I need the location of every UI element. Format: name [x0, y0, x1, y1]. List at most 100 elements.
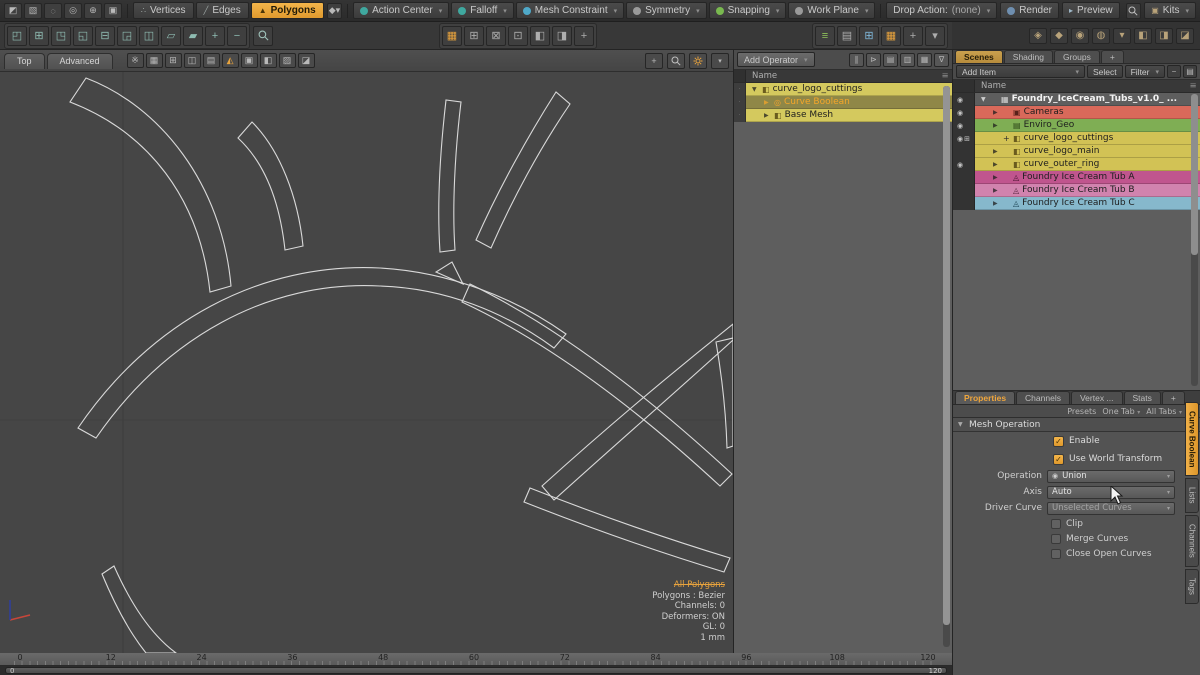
visibility-toggle-icon[interactable]: ◧: [259, 53, 277, 68]
lock-toggle-icon[interactable]: ▣: [240, 53, 258, 68]
step-eval-icon[interactable]: ⊳: [866, 52, 881, 67]
reset-plane-icon[interactable]: ◨: [552, 25, 572, 46]
section-collapse-icon[interactable]: ▼: [958, 421, 965, 428]
expand-arrow-icon[interactable]: ▶: [993, 161, 1000, 168]
checkbox[interactable]: [1053, 435, 1064, 447]
properties-tab[interactable]: Vertex ...: [1070, 391, 1123, 404]
timeline-range-bar[interactable]: 0 120: [5, 667, 947, 675]
shaded-toggle-icon[interactable]: ▦: [145, 53, 163, 68]
plane-z-icon[interactable]: ◧: [530, 25, 550, 46]
item-list-tab[interactable]: Shading: [1003, 50, 1053, 63]
column-options-icon[interactable]: ≡: [1186, 81, 1200, 91]
add-plane-icon[interactable]: +: [574, 25, 594, 46]
search-button[interactable]: [1125, 2, 1142, 19]
expand-arrow-icon[interactable]: ▶: [993, 187, 1000, 194]
pie-menu-icon[interactable]: ◈: [1029, 27, 1047, 44]
mesh-op-row[interactable]: · ▶ ◎ Curve Boolean: [734, 96, 952, 109]
viewport-settings-button[interactable]: [689, 52, 707, 69]
visibility-eye-icon[interactable]: ◉: [957, 161, 963, 169]
forms-menu-icon[interactable]: ◉: [1071, 27, 1089, 44]
list-view-icon[interactable]: ▤: [883, 52, 898, 67]
menu-dropdown-icon[interactable]: ▾: [1113, 27, 1131, 44]
column-options-icon[interactable]: ≡: [938, 71, 952, 81]
add-item-dropdown[interactable]: Add Item ▾: [956, 65, 1085, 78]
item-row[interactable]: ◉ ⊞ ▶ ◬ Foundry Ice Cream Tub C: [953, 197, 1200, 210]
mesh-op-row[interactable]: · ▼ ◧ curve_logo_cuttings: [734, 83, 952, 96]
remove-tool-icon[interactable]: −: [227, 25, 247, 46]
timeline-ruler[interactable]: 0 12 24 36 48 60 72 84 96 108 120: [0, 653, 952, 666]
symmetry-indicator-icon[interactable]: ※: [126, 53, 144, 68]
expand-arrow-icon[interactable]: ▶: [993, 122, 1000, 129]
mesh-op-row[interactable]: · ▶ ◧ Base Mesh: [734, 109, 952, 122]
expand-arrow-icon[interactable]: ▶: [993, 109, 1000, 116]
tree-view-icon[interactable]: ▥: [900, 52, 915, 67]
add-layout-icon[interactable]: +: [903, 25, 923, 46]
plane-y-icon[interactable]: ⊡: [508, 25, 528, 46]
shadow-toggle-icon[interactable]: ▨: [278, 53, 296, 68]
checkbox[interactable]: [1051, 533, 1061, 544]
properties-tab[interactable]: +: [1161, 391, 1185, 404]
viewport-style-tab[interactable]: Advanced: [46, 52, 113, 69]
visibility-eye-icon[interactable]: ◉: [957, 122, 963, 130]
preview-button[interactable]: ▸ Preview: [1062, 2, 1120, 19]
grid-snap-icon[interactable]: ⊞: [464, 25, 484, 46]
expand-arrow-icon[interactable]: ▶: [764, 112, 771, 119]
layout-split-icon[interactable]: ▤: [837, 25, 857, 46]
visibility-eye-icon[interactable]: ◉: [957, 96, 963, 104]
link-icon[interactable]: ⊞: [964, 135, 970, 143]
bevel-tool-icon[interactable]: ▱: [161, 25, 181, 46]
properties-tab[interactable]: Stats: [1123, 391, 1161, 404]
cube-c-icon[interactable]: ◪: [1176, 27, 1194, 44]
falloff-dropdown[interactable]: Falloff ▾: [451, 2, 514, 19]
paint-select-icon[interactable]: ▧: [24, 2, 42, 19]
mesh-ops-scrollbar[interactable]: [943, 86, 950, 647]
item-row[interactable]: ◉ ⊞ ▼ ▦ Foundry_IceCream_Tubs_v1.0_ ...: [953, 93, 1200, 106]
select-through-icon[interactable]: ▣: [104, 2, 122, 19]
expand-arrow-icon[interactable]: ▼: [752, 86, 759, 93]
lasso-select-icon[interactable]: ◌: [44, 2, 62, 19]
viewport-menu-button[interactable]: ▾: [711, 52, 729, 69]
checkbox[interactable]: [1051, 518, 1061, 529]
zoom-view-button[interactable]: [667, 52, 685, 69]
snapping-dropdown[interactable]: Snapping ▾: [708, 2, 787, 19]
render-button[interactable]: Render: [1000, 2, 1060, 19]
pan-view-button[interactable]: +: [645, 52, 663, 69]
cube-b-icon[interactable]: ◨: [1155, 27, 1173, 44]
side-vertical-tab[interactable]: Lists: [1185, 478, 1199, 513]
add-tool-icon[interactable]: +: [205, 25, 225, 46]
all-tabs-dropdown[interactable]: All Tabs ▾: [1146, 407, 1182, 416]
visibility-eye-icon[interactable]: ◉: [957, 109, 963, 117]
vertices-mode-button[interactable]: ∴ Vertices: [132, 2, 194, 19]
layout-menu-icon[interactable]: ▾: [925, 25, 945, 46]
thumb-view-icon[interactable]: ▦: [917, 52, 932, 67]
item-row[interactable]: ◉ ⊞ + ◧ curve_logo_cuttings: [953, 132, 1200, 145]
viewport-canvas[interactable]: [0, 72, 733, 653]
item-row[interactable]: ◉ ⊞ ▶ ◬ Foundry Ice Cream Tub A: [953, 171, 1200, 184]
properties-tab[interactable]: Properties: [955, 391, 1016, 404]
item-list-tab[interactable]: +: [1100, 50, 1124, 63]
axis-drill-tool-icon[interactable]: ◳: [51, 25, 71, 46]
ruler-toggle-icon[interactable]: ▤: [202, 53, 220, 68]
visibility-eye-icon[interactable]: ◉: [957, 135, 963, 143]
overlay-toggle-icon[interactable]: ◪: [297, 53, 315, 68]
field-dropdown[interactable]: ◉ Auto ▾: [1047, 485, 1175, 499]
pivot-select-icon[interactable]: ◎: [64, 2, 82, 19]
field-dropdown[interactable]: ◉ Unselected Curves ▾: [1047, 501, 1175, 515]
expand-arrow-icon[interactable]: ▶: [993, 200, 1000, 207]
workplane-align-icon[interactable]: ▦: [442, 25, 462, 46]
expand-arrow-icon[interactable]: ▶: [993, 148, 1000, 155]
list-toggle-icon[interactable]: ≡: [815, 25, 835, 46]
items-mode-dropdown[interactable]: ◆ ▾: [326, 2, 343, 19]
drill-tool-icon[interactable]: ◰: [7, 25, 27, 46]
select-dropdown[interactable]: Select: [1086, 65, 1123, 78]
plus-box-icon[interactable]: +: [1003, 134, 1010, 143]
item-row[interactable]: ◉ ⊞ ▶ ▣ Cameras: [953, 106, 1200, 119]
timeline-scrollbar[interactable]: 0 120: [0, 666, 952, 675]
action-center-dropdown[interactable]: Action Center ▾: [353, 2, 450, 19]
side-vertical-tab[interactable]: Channels: [1185, 514, 1199, 567]
center-select-icon[interactable]: ⊕: [84, 2, 102, 19]
side-vertical-tab[interactable]: Curve Boolean: [1185, 402, 1199, 477]
expand-arrow-icon[interactable]: ▶: [764, 99, 771, 106]
kits-dropdown[interactable]: ▣ Kits ▾: [1144, 2, 1196, 19]
slice-tool-icon[interactable]: ◱: [73, 25, 93, 46]
